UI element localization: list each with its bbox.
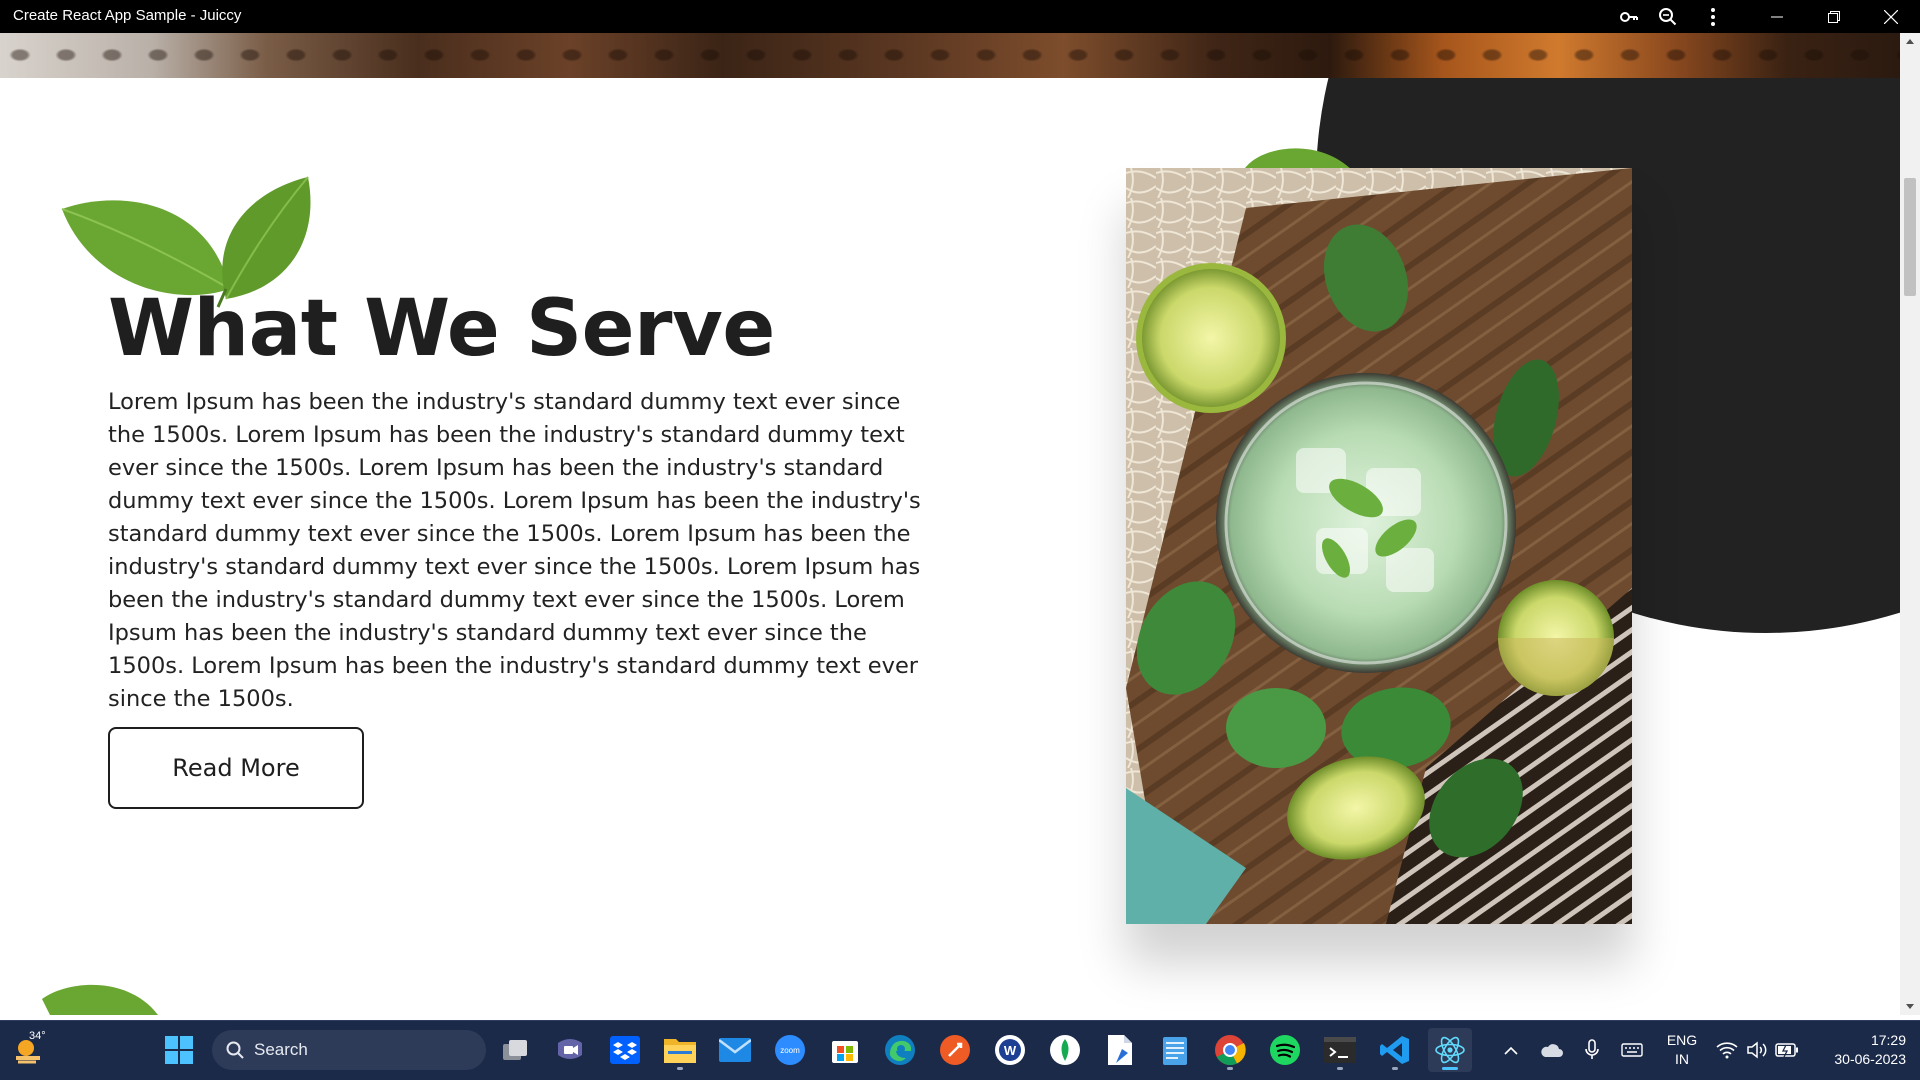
weather-temperature: 34°: [29, 1030, 46, 1042]
mojito-photo: [1126, 168, 1632, 924]
scroll-up-arrow-icon[interactable]: [1900, 33, 1920, 49]
read-more-button[interactable]: Read More: [108, 727, 364, 809]
section-body-text: Lorem Ipsum has been the industry's stan…: [108, 389, 921, 712]
mail-icon[interactable]: [713, 1028, 757, 1072]
close-icon[interactable]: [1868, 0, 1914, 33]
microphone-icon[interactable]: [1572, 1028, 1612, 1072]
zoom-icon[interactable]: [1645, 0, 1691, 33]
notepad-icon[interactable]: [1153, 1028, 1197, 1072]
search-label: Search: [254, 1040, 308, 1059]
react-devtools-icon[interactable]: [1428, 1028, 1472, 1072]
scroll-thumb[interactable]: [1904, 178, 1916, 296]
windows-taskbar: 34° Search zoom W ENG IN 17:29 30-06-202…: [0, 1020, 1920, 1080]
task-view-icon[interactable]: [493, 1028, 537, 1072]
teams-icon[interactable]: [548, 1028, 592, 1072]
svg-text:W: W: [1004, 1043, 1017, 1058]
zoom-app-icon[interactable]: zoom: [768, 1028, 812, 1072]
active-indicator: [1442, 1067, 1458, 1070]
running-indicator: [677, 1067, 683, 1070]
hero-image-strip: [0, 33, 1900, 78]
minimize-icon[interactable]: [1754, 0, 1800, 33]
window-titlebar: Create React App Sample - Juiccy: [0, 0, 1920, 33]
language-indicator[interactable]: ENG IN: [1654, 1031, 1710, 1069]
onedrive-icon[interactable]: [1531, 1028, 1571, 1072]
chrome-icon[interactable]: [1208, 1028, 1252, 1072]
edge-icon[interactable]: [878, 1028, 922, 1072]
running-indicator: [1227, 1067, 1233, 1070]
chevron-up-icon[interactable]: [1491, 1028, 1531, 1072]
store-icon[interactable]: [823, 1028, 867, 1072]
running-indicator: [1337, 1067, 1343, 1070]
taskbar-border: [0, 1020, 1920, 1021]
file-pdf-icon[interactable]: [1098, 1028, 1142, 1072]
vertical-scrollbar[interactable]: [1900, 33, 1920, 1015]
dropbox-icon[interactable]: [603, 1028, 647, 1072]
scroll-down-arrow-icon[interactable]: [1900, 999, 1920, 1015]
battery-icon[interactable]: [1767, 1028, 1807, 1072]
language-code: ENG: [1666, 1032, 1698, 1048]
page-viewport: What We Serve Lorem Ipsum has been the i…: [0, 33, 1900, 1015]
running-indicator: [1392, 1067, 1398, 1070]
file-explorer-icon[interactable]: [658, 1028, 702, 1072]
leaf-decoration-small-icon: [1243, 148, 1353, 171]
svg-text:zoom: zoom: [780, 1046, 800, 1055]
region-code: IN: [1675, 1051, 1689, 1067]
taskbar-search-box[interactable]: Search: [212, 1030, 486, 1070]
clock-date: 30-06-2023: [1834, 1051, 1906, 1067]
more-icon[interactable]: [1690, 0, 1736, 33]
app-w-icon[interactable]: W: [988, 1028, 1032, 1072]
mongodb-icon[interactable]: [1043, 1028, 1087, 1072]
clock[interactable]: 17:29 30-06-2023: [1806, 1031, 1906, 1069]
section-title: What We Serve: [108, 284, 775, 374]
search-icon: [226, 1041, 244, 1059]
window-title: Create React App Sample - Juiccy: [13, 7, 242, 24]
clock-time: 17:29: [1870, 1032, 1906, 1048]
spotify-icon[interactable]: [1263, 1028, 1307, 1072]
keyboard-icon[interactable]: [1612, 1028, 1652, 1072]
start-icon[interactable]: [157, 1028, 201, 1072]
restore-icon[interactable]: [1811, 0, 1857, 33]
vscode-icon[interactable]: [1373, 1028, 1417, 1072]
terminal-icon[interactable]: [1318, 1028, 1362, 1072]
leaf-decoration-bottom-icon: [42, 984, 158, 1015]
coffee-beans-texture: [0, 33, 1900, 78]
postman-icon[interactable]: [933, 1028, 977, 1072]
